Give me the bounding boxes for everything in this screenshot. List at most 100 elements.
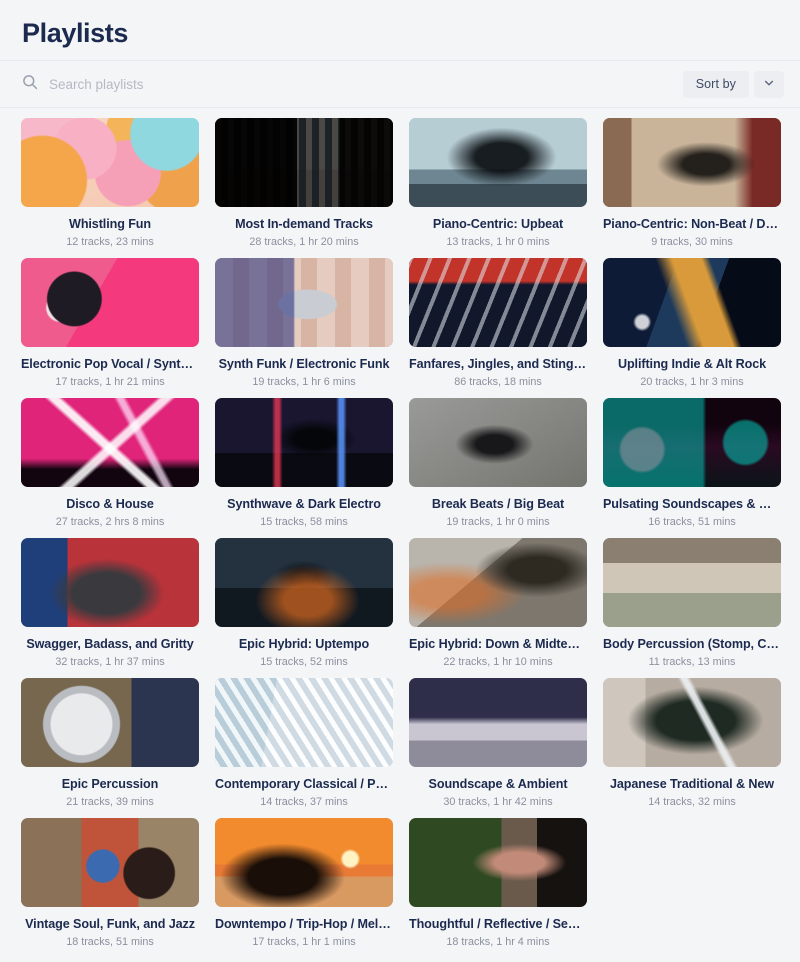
thumbnail-art bbox=[21, 818, 199, 907]
playlist-card[interactable]: Downtempo / Trip-Hop / Mellow Hip-Hop 17 … bbox=[215, 818, 393, 958]
playlist-thumbnail[interactable] bbox=[603, 678, 781, 767]
playlist-meta: 21 tracks, 39 mins bbox=[66, 796, 154, 808]
playlist-thumbnail[interactable] bbox=[21, 818, 199, 907]
playlist-title: Piano-Centric: Non-Beat / Downbeat bbox=[603, 217, 781, 231]
playlist-card[interactable]: Japanese Traditional & New 14 tracks, 32 … bbox=[603, 678, 781, 818]
playlist-card[interactable]: Soundscape & Ambient 30 tracks, 1 hr 42 m… bbox=[409, 678, 587, 818]
playlist-meta: 27 tracks, 2 hrs 8 mins bbox=[55, 516, 165, 528]
playlist-thumbnail[interactable] bbox=[409, 678, 587, 767]
playlist-meta: 20 tracks, 1 hr 3 mins bbox=[640, 376, 744, 388]
thumbnail-art bbox=[21, 678, 199, 767]
playlist-thumbnail[interactable] bbox=[21, 538, 199, 627]
thumbnail-art bbox=[409, 258, 587, 347]
playlist-card[interactable]: Contemporary Classical / Postmodern 14 tr… bbox=[215, 678, 393, 818]
playlist-thumbnail[interactable] bbox=[409, 398, 587, 487]
playlist-card[interactable]: Thoughtful / Reflective / Sentimental 18 … bbox=[409, 818, 587, 958]
chevron-down-icon bbox=[763, 77, 775, 92]
playlist-card[interactable]: Whistling Fun 12 tracks, 23 mins bbox=[21, 118, 199, 258]
playlist-title: Epic Percussion bbox=[61, 777, 159, 791]
playlist-card[interactable]: Pulsating Soundscapes & Grooves 16 tracks… bbox=[603, 398, 781, 538]
playlist-card[interactable]: Epic Percussion 21 tracks, 39 mins bbox=[21, 678, 199, 818]
playlist-thumbnail[interactable] bbox=[603, 398, 781, 487]
thumbnail-art bbox=[409, 538, 587, 627]
thumbnail-art bbox=[21, 398, 199, 487]
thumbnail-art bbox=[21, 118, 199, 207]
playlist-title: Piano-Centric: Upbeat bbox=[432, 217, 564, 231]
playlist-meta: 14 tracks, 32 mins bbox=[648, 796, 736, 808]
thumbnail-art bbox=[409, 118, 587, 207]
playlist-card[interactable]: Body Percussion (Stomp, Clap, and Snap) 1… bbox=[603, 538, 781, 678]
playlist-title: Fanfares, Jingles, and Stingers bbox=[409, 357, 587, 371]
playlist-title: Most In-demand Tracks bbox=[235, 217, 373, 231]
playlist-thumbnail[interactable] bbox=[21, 678, 199, 767]
playlist-card[interactable]: Disco & House 27 tracks, 2 hrs 8 mins bbox=[21, 398, 199, 538]
playlist-card[interactable]: Synthwave & Dark Electro 15 tracks, 58 mi… bbox=[215, 398, 393, 538]
playlist-thumbnail[interactable] bbox=[21, 118, 199, 207]
playlist-thumbnail[interactable] bbox=[603, 258, 781, 347]
playlist-title: Whistling Fun bbox=[69, 217, 151, 231]
playlist-card[interactable]: Electronic Pop Vocal / Synthpop 17 tracks… bbox=[21, 258, 199, 398]
playlist-thumbnail[interactable] bbox=[21, 398, 199, 487]
playlist-meta: 15 tracks, 52 mins bbox=[260, 656, 348, 668]
playlist-thumbnail[interactable] bbox=[603, 538, 781, 627]
playlist-thumbnail[interactable] bbox=[409, 818, 587, 907]
playlist-thumbnail[interactable] bbox=[409, 118, 587, 207]
thumbnail-art bbox=[215, 398, 393, 487]
search-field[interactable] bbox=[22, 74, 683, 95]
playlist-thumbnail[interactable] bbox=[409, 538, 587, 627]
playlist-card[interactable]: Uplifting Indie & Alt Rock 20 tracks, 1 h… bbox=[603, 258, 781, 398]
thumbnail-art bbox=[215, 538, 393, 627]
playlist-meta: 14 tracks, 37 mins bbox=[260, 796, 348, 808]
search-icon bbox=[22, 74, 38, 95]
playlist-thumbnail[interactable] bbox=[215, 258, 393, 347]
playlist-card[interactable]: Break Beats / Big Beat 19 tracks, 1 hr 0 … bbox=[409, 398, 587, 538]
playlist-card[interactable]: Swagger, Badass, and Gritty 32 tracks, 1 … bbox=[21, 538, 199, 678]
playlist-title: Downtempo / Trip-Hop / Mellow Hip-Hop bbox=[215, 917, 393, 931]
playlist-thumbnail[interactable] bbox=[21, 258, 199, 347]
thumbnail-art bbox=[215, 818, 393, 907]
thumbnail-art bbox=[215, 118, 393, 207]
playlist-meta: 13 tracks, 1 hr 0 mins bbox=[446, 236, 550, 248]
playlist-meta: 19 tracks, 1 hr 6 mins bbox=[252, 376, 356, 388]
playlist-title: Swagger, Badass, and Gritty bbox=[26, 637, 194, 651]
sort-by-button[interactable]: Sort by bbox=[682, 70, 749, 98]
playlist-meta: 30 tracks, 1 hr 42 mins bbox=[443, 796, 553, 808]
thumbnail-art bbox=[603, 118, 781, 207]
page-header: Playlists bbox=[0, 0, 800, 60]
playlist-card[interactable]: Vintage Soul, Funk, and Jazz 18 tracks, 5… bbox=[21, 818, 199, 958]
playlist-card[interactable]: Piano-Centric: Non-Beat / Downbeat 9 trac… bbox=[603, 118, 781, 258]
playlist-meta: 15 tracks, 58 mins bbox=[260, 516, 348, 528]
playlist-thumbnail[interactable] bbox=[215, 818, 393, 907]
playlist-thumbnail[interactable] bbox=[215, 398, 393, 487]
playlist-thumbnail[interactable] bbox=[215, 118, 393, 207]
playlist-title: Japanese Traditional & New bbox=[610, 777, 774, 791]
playlist-card[interactable]: Epic Hybrid: Down & Midtempo 22 tracks, 1… bbox=[409, 538, 587, 678]
search-input[interactable] bbox=[49, 76, 349, 92]
playlist-thumbnail[interactable] bbox=[215, 678, 393, 767]
thumbnail-art bbox=[215, 258, 393, 347]
thumbnail-art bbox=[603, 258, 781, 347]
playlist-card[interactable]: Piano-Centric: Upbeat 13 tracks, 1 hr 0 m… bbox=[409, 118, 587, 258]
playlist-title: Epic Hybrid: Down & Midtempo bbox=[409, 637, 587, 651]
playlist-title: Uplifting Indie & Alt Rock bbox=[617, 357, 767, 371]
playlist-meta: 28 tracks, 1 hr 20 mins bbox=[249, 236, 359, 248]
playlist-card[interactable]: Fanfares, Jingles, and Stingers 86 tracks… bbox=[409, 258, 587, 398]
sort-dropdown-button[interactable] bbox=[754, 70, 784, 98]
playlist-thumbnail[interactable] bbox=[215, 538, 393, 627]
playlist-meta: 12 tracks, 23 mins bbox=[66, 236, 154, 248]
playlist-title: Thoughtful / Reflective / Sentimental bbox=[409, 917, 587, 931]
playlist-grid: Whistling Fun 12 tracks, 23 mins Most In-d… bbox=[0, 108, 800, 958]
playlist-title: Contemporary Classical / Postmodern bbox=[215, 777, 393, 791]
sort-control: Sort by bbox=[682, 70, 784, 98]
thumbnail-art bbox=[603, 678, 781, 767]
thumbnail-art bbox=[409, 678, 587, 767]
playlist-meta: 18 tracks, 51 mins bbox=[66, 936, 154, 948]
playlist-card[interactable]: Most In-demand Tracks 28 tracks, 1 hr 20 … bbox=[215, 118, 393, 258]
thumbnail-art bbox=[603, 398, 781, 487]
playlist-meta: 22 tracks, 1 hr 10 mins bbox=[443, 656, 553, 668]
playlist-card[interactable]: Epic Hybrid: Uptempo 15 tracks, 52 mins bbox=[215, 538, 393, 678]
playlist-thumbnail[interactable] bbox=[603, 118, 781, 207]
playlist-meta: 32 tracks, 1 hr 37 mins bbox=[55, 656, 165, 668]
playlist-card[interactable]: Synth Funk / Electronic Funk 19 tracks, 1… bbox=[215, 258, 393, 398]
playlist-thumbnail[interactable] bbox=[409, 258, 587, 347]
